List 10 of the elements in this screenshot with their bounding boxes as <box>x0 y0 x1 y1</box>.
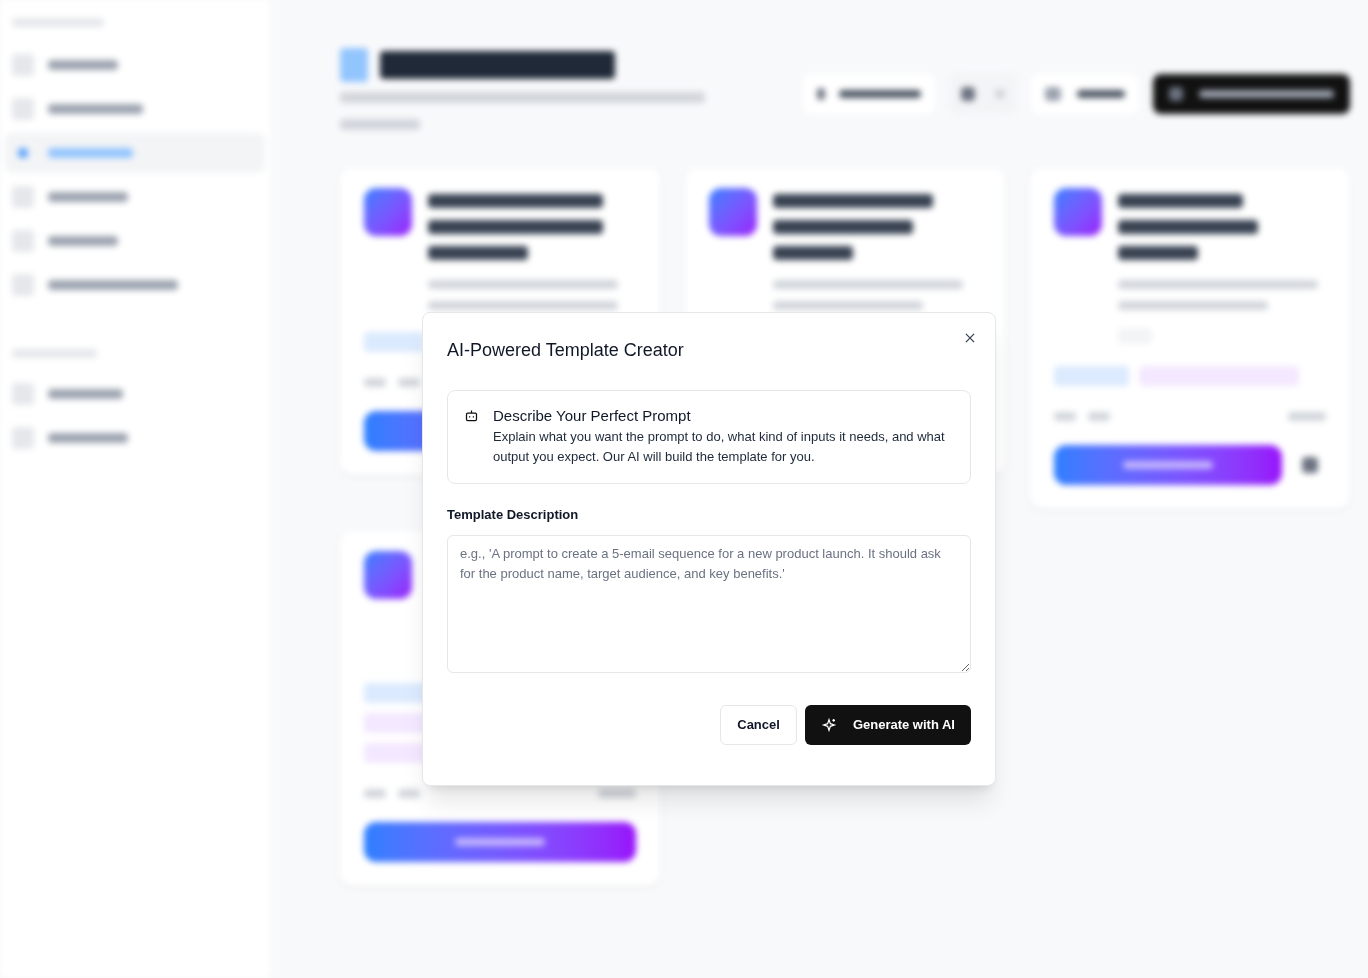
dialog-title: AI-Powered Template Creator <box>447 339 685 361</box>
close-icon <box>963 331 977 345</box>
description-field[interactable]: e.g., 'A prompt to create a 5-email sequence for a new product launch. It should ask for the product name, target audience, and key benefits.' <box>447 534 971 673</box>
info-heading: Describe Your Perfect Prompt <box>493 406 692 426</box>
info-text: Explain what you want the prompt to do, what kind of inputs it needs, and what output you expect. Our AI will build the template for you. <box>493 428 946 466</box>
field-label: Template Description <box>447 506 580 524</box>
sparkle-icon <box>820 716 837 733</box>
cancel-button[interactable]: Cancel <box>720 704 797 745</box>
generate-button[interactable]: Generate with AI <box>804 704 971 745</box>
robot-icon <box>464 408 479 423</box>
